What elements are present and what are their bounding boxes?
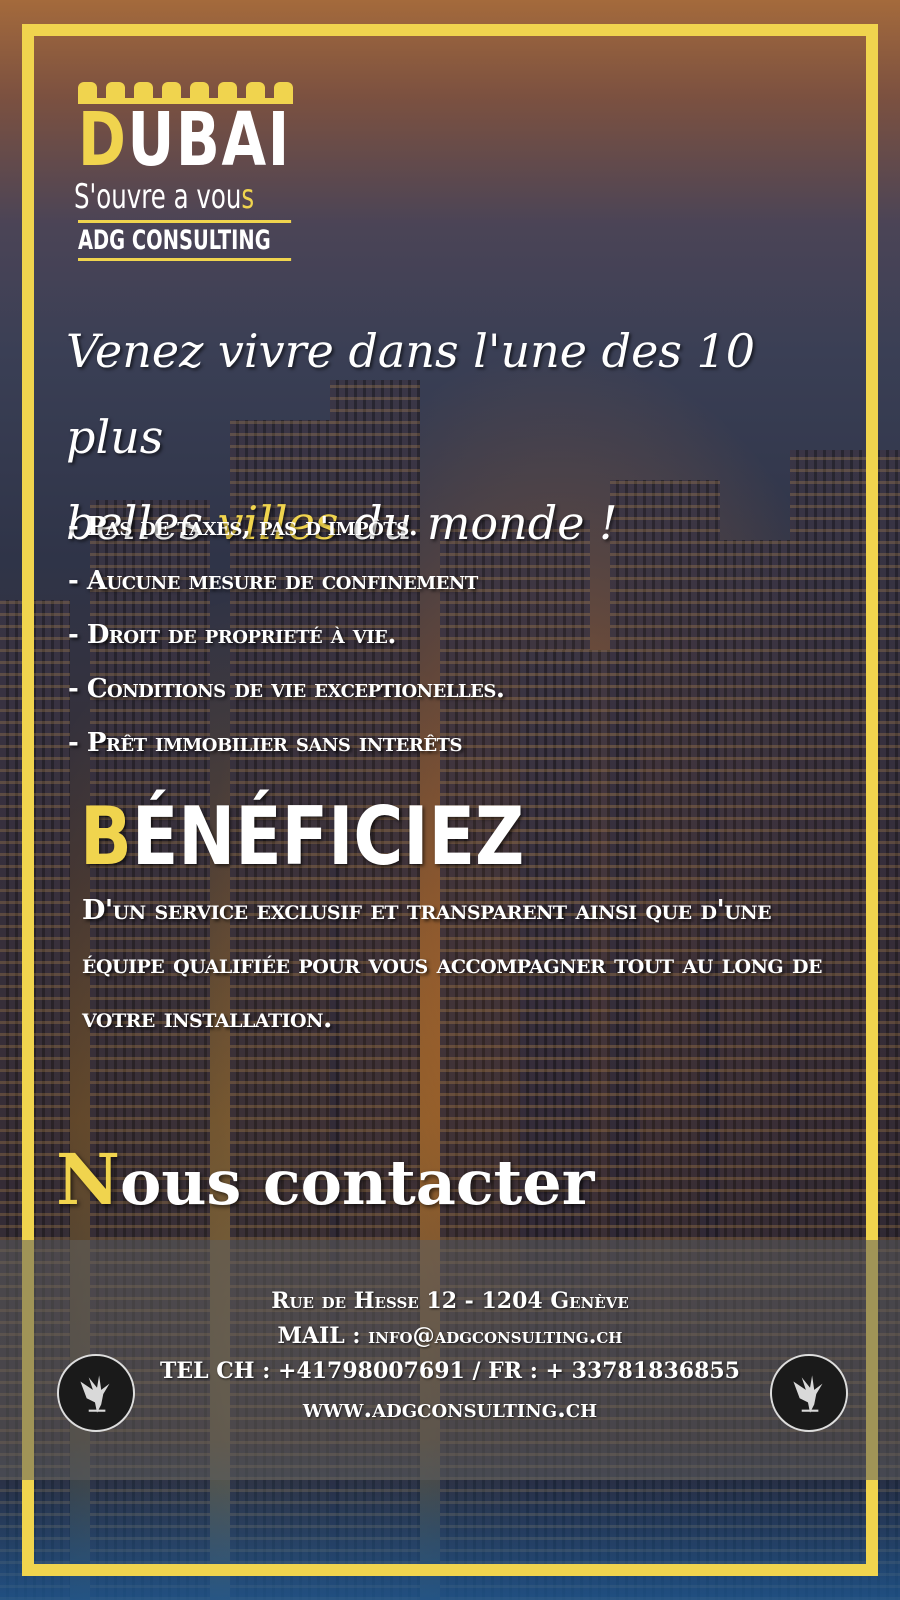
contact-website[interactable]: www.adgconsulting.ch — [0, 1389, 900, 1429]
contact-title: Nous contacter — [56, 1138, 595, 1221]
contact-mail[interactable]: MAIL : info@adgconsulting.ch — [0, 1319, 900, 1354]
benefits-text: D'un service exclusif et transparent ain… — [82, 895, 823, 1034]
list-item: - Droit de proprieté à vie. — [68, 620, 396, 650]
dubai-logo: DUBAI S'ouvre a vous ADG CONSULTING — [74, 82, 293, 261]
list-item: - Pas de taxes, pas d'impôts. — [68, 512, 418, 542]
logo-tagline: S'ouvre a vous — [74, 177, 255, 217]
benefits-title: BÉNÉFICIEZ — [80, 790, 525, 883]
logo-company: ADG CONSULTING — [78, 220, 292, 261]
contact-phone[interactable]: TEL CH : +41798007691 / FR : + 337818368… — [0, 1354, 900, 1389]
list-item: - Aucune mesure de confinement — [68, 566, 478, 596]
eagle-icon — [770, 1354, 848, 1432]
list-item: - Conditions de vie exceptionelles. — [68, 674, 505, 704]
list-item: - Prêt immobilier sans interêts — [68, 728, 462, 758]
advantages-list: - Pas de taxes, pas d'impôts. - Aucune m… — [68, 500, 505, 770]
contact-details: Rue de Hesse 12 - 1204 Genève MAIL : inf… — [0, 1284, 900, 1429]
castle-crenel-icon — [78, 82, 293, 98]
logo-brand: DUBAI — [78, 97, 291, 183]
eagle-icon — [57, 1354, 135, 1432]
contact-address: Rue de Hesse 12 - 1204 Genève — [271, 1288, 629, 1314]
